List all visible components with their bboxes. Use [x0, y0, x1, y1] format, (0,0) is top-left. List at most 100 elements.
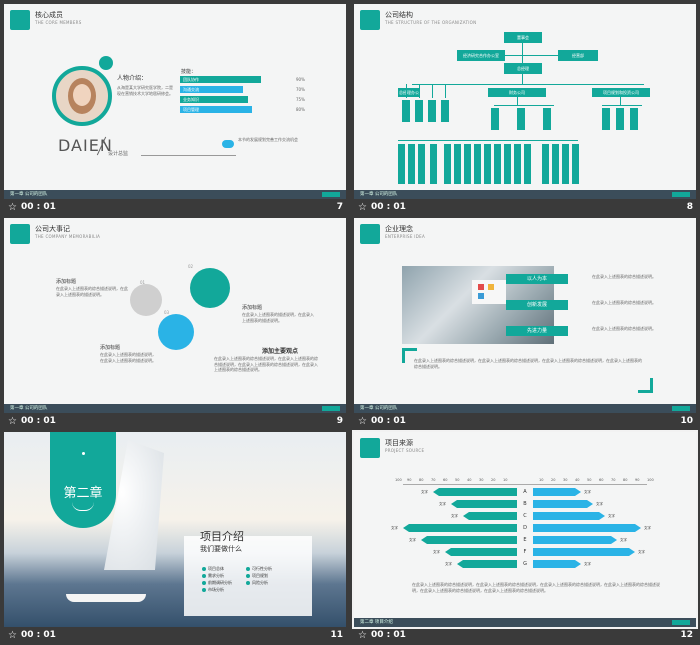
- org-line: [432, 84, 433, 98]
- tick-label: 40: [467, 478, 472, 482]
- org-line: [494, 105, 554, 106]
- badge-03: 03: [164, 310, 170, 315]
- org-line: [620, 97, 621, 105]
- slide-thumbnail-12[interactable]: 项目来源 PROJECT SOURCE 100 90 80 70 60 50 40 30 20 1…: [352, 430, 698, 645]
- tick-label: 100: [647, 478, 654, 482]
- org-unit: [552, 144, 559, 184]
- org-unit: [398, 144, 405, 184]
- org-unit: [542, 144, 549, 184]
- tag-text-3: 在此录入上述图表的综合描述说明。: [592, 326, 656, 331]
- slide-thumbnail-11[interactable]: 第二章 项目介绍 我们要做什么 项目总体 需求分析 前期调研分析 市场分析 可行性分析项…: [4, 432, 346, 645]
- bar-left-label: 文字: [445, 562, 452, 566]
- tick-label: 70: [611, 478, 616, 482]
- bar-left-label: 文字: [439, 502, 446, 506]
- org-unit: [415, 100, 423, 122]
- slide-timing: 00 : 01: [371, 416, 406, 426]
- bar-left: [445, 548, 517, 556]
- slide-thumbnail-7[interactable]: 核心成员 THE CORE MEMBERS 人物介绍： 从海是某大学研究医学院，…: [4, 4, 346, 217]
- org-unit: [484, 144, 491, 184]
- bullet-item: 前期调研分析: [208, 580, 232, 585]
- org-unit: [491, 108, 499, 130]
- tick-label: 30: [479, 478, 484, 482]
- row-label: D: [523, 525, 527, 531]
- org-unit: [602, 108, 610, 130]
- tick-label: 90: [407, 478, 412, 482]
- bar-left-label: 文字: [391, 526, 398, 530]
- slide-number: 11: [330, 630, 343, 640]
- bar-right-label: 文字: [608, 514, 615, 518]
- skill-name: 沟通交流: [183, 87, 199, 92]
- org-line: [419, 84, 420, 98]
- person-label: 人物介绍：: [117, 75, 148, 82]
- tick-label: 60: [443, 478, 448, 482]
- slide-11: 第二章 项目介绍 我们要做什么 项目总体 需求分析 前期调研分析 市场分析 可行性分析项…: [4, 432, 346, 627]
- edit-icon: [99, 56, 113, 70]
- skill-name: 业务知识: [183, 97, 199, 102]
- slide-timing: 00 : 01: [371, 630, 406, 640]
- row-label: F: [523, 549, 527, 555]
- org-unit: [474, 144, 481, 184]
- bullet-dot: [202, 588, 206, 592]
- chart-icon: [360, 438, 380, 458]
- bullet-item: 项目规划: [252, 573, 268, 578]
- bullet-dot: [202, 581, 206, 585]
- tick-label: 40: [575, 478, 580, 482]
- slide-subtitle: THE CORE MEMBERS: [35, 20, 82, 25]
- org-line: [517, 97, 518, 105]
- skill-name: 团队协作: [183, 77, 199, 82]
- slide-number: 7: [336, 202, 343, 212]
- org-unit: [464, 144, 471, 184]
- bar-right-label: 文字: [638, 550, 645, 554]
- bar-right-label: 文字: [584, 562, 591, 566]
- main-point-text: 在此录入上述图表的综合描述说明，在此录入上述图表的综合描述说明，在此录入上述图表…: [214, 356, 318, 372]
- tag-1: 以人为本: [506, 274, 568, 284]
- slide-thumbnail-10[interactable]: 企业理念 ENTERPRISE IDEA 以人为本 创新发展 先进力量 在此录入…: [354, 218, 696, 431]
- slide-subtitle: PROJECT SOURCE: [385, 448, 425, 453]
- slide-number: 9: [336, 416, 343, 426]
- row-label: B: [523, 501, 527, 507]
- org-unit: [616, 108, 624, 130]
- team-icon: [10, 10, 30, 30]
- item-title-2: 添加标题: [242, 305, 263, 311]
- bar-left: [433, 488, 517, 496]
- slide-footer: 第一章 公司的团队: [354, 190, 696, 199]
- tick-label: 80: [419, 478, 424, 482]
- bar-left: [457, 560, 517, 568]
- skill-percent: 75%: [296, 97, 305, 102]
- message-circle: [158, 314, 194, 350]
- org-unit: [444, 144, 451, 184]
- slide-number: 12: [680, 630, 693, 640]
- bullet-item: 可行性分析: [252, 566, 272, 571]
- chapter-banner: [50, 432, 116, 528]
- tick-label: 50: [587, 478, 592, 482]
- slide-title: 项目来源: [385, 439, 413, 447]
- org-top: 董事会: [504, 32, 542, 43]
- bar-right-label: 文字: [584, 490, 591, 494]
- org-unit: [562, 144, 569, 184]
- org-unit: [494, 144, 501, 184]
- bar-right: [533, 500, 593, 508]
- org-branch-3: 项目规划和投资公司: [592, 88, 650, 97]
- bar-right-label: 文字: [596, 502, 603, 506]
- bar-right: [533, 548, 635, 556]
- bar-left-label: 文字: [409, 538, 416, 542]
- slide-footer: 第一章 公司的团队: [4, 404, 346, 413]
- tick-label: 60: [599, 478, 604, 482]
- item-text-1: 在此录入上述图表的综合描述说明，在此录入上述图表的描述说明。: [56, 286, 128, 297]
- slide-thumbnail-9[interactable]: 公司大事记 THE COMPANY MEMORABILIA 01 02 03 添…: [4, 218, 346, 431]
- bullet-dot: [246, 574, 250, 578]
- org-unit: [630, 108, 638, 130]
- slide-7: 核心成员 THE CORE MEMBERS 人物介绍： 从海是某大学研究医学院，…: [4, 4, 346, 199]
- bullet-dot: [246, 567, 250, 571]
- boat-hull: [66, 594, 146, 602]
- slide-thumbnail-8[interactable]: 公司结构 THE STRUCTURE OF THE ORGANIZATION 董…: [354, 4, 696, 217]
- animation-icon: ☆: [8, 416, 17, 427]
- bullet-item: 项目总体: [208, 566, 224, 571]
- slide-12: 项目来源 PROJECT SOURCE 100 90 80 70 60 50 40 30 20 1…: [352, 430, 698, 629]
- tick-label: 20: [551, 478, 556, 482]
- row-label: E: [523, 537, 527, 543]
- avatar: [52, 66, 112, 126]
- bar-right: [533, 560, 581, 568]
- bullet-item: 风险分析: [252, 580, 268, 585]
- org-branch-1: 总经理办公室: [398, 88, 420, 104]
